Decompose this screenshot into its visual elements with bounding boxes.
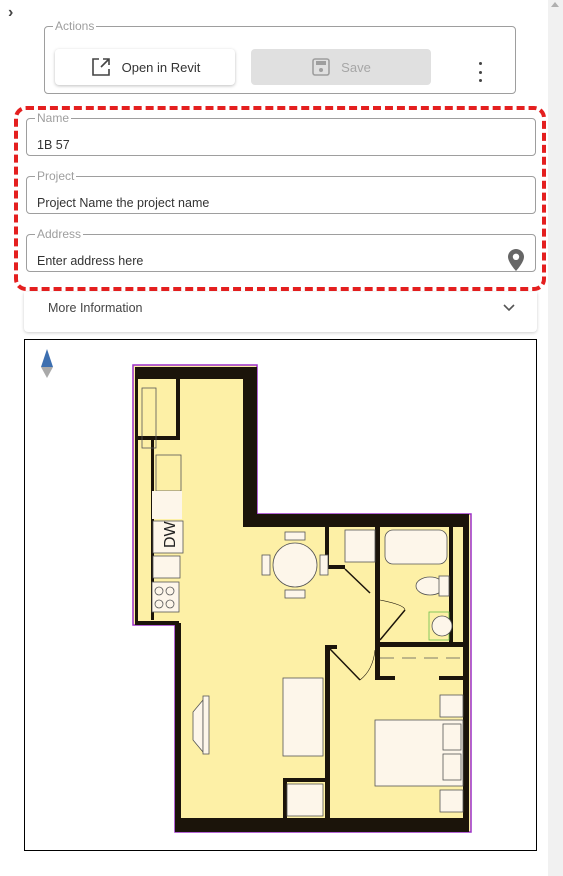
more-information-expander[interactable]: More Information bbox=[24, 292, 537, 332]
project-field[interactable]: Project Project Name the project name bbox=[26, 170, 536, 214]
map-pin-icon[interactable] bbox=[507, 248, 525, 272]
floor-plan-viewer[interactable]: DW bbox=[24, 339, 537, 851]
name-value[interactable]: 1B 57 bbox=[37, 138, 70, 152]
north-arrow-icon bbox=[41, 349, 53, 378]
actions-legend: Actions bbox=[55, 19, 95, 33]
open-in-revit-button[interactable]: Open in Revit bbox=[55, 49, 235, 85]
name-label: Name bbox=[37, 111, 70, 125]
project-label: Project bbox=[37, 169, 75, 183]
collapse-panel-chevron-icon[interactable]: › bbox=[8, 4, 13, 22]
save-label: Save bbox=[341, 59, 371, 75]
more-information-label: More Information bbox=[48, 301, 143, 315]
scroll-up-arrow-icon[interactable] bbox=[551, 2, 559, 7]
address-input[interactable]: Enter address here bbox=[37, 254, 143, 268]
floor-plan-drawing: DW bbox=[41, 349, 472, 833]
scrollbar[interactable] bbox=[548, 0, 563, 876]
chevron-down-icon bbox=[503, 304, 515, 312]
actions-group: Actions Open in Revit Save bbox=[44, 20, 516, 94]
project-value[interactable]: Project Name the project name bbox=[37, 196, 209, 210]
floppy-disk-icon bbox=[312, 58, 330, 76]
name-field[interactable]: Name 1B 57 bbox=[26, 112, 536, 156]
more-actions-button[interactable] bbox=[475, 62, 485, 82]
address-field[interactable]: Address Enter address here bbox=[26, 228, 536, 272]
address-label: Address bbox=[37, 227, 82, 241]
dishwasher-label: DW bbox=[162, 520, 179, 548]
open-in-revit-label: Open in Revit bbox=[121, 59, 201, 75]
more-vertical-icon bbox=[478, 62, 482, 65]
open-external-icon bbox=[91, 58, 110, 76]
save-button[interactable]: Save bbox=[251, 49, 431, 85]
